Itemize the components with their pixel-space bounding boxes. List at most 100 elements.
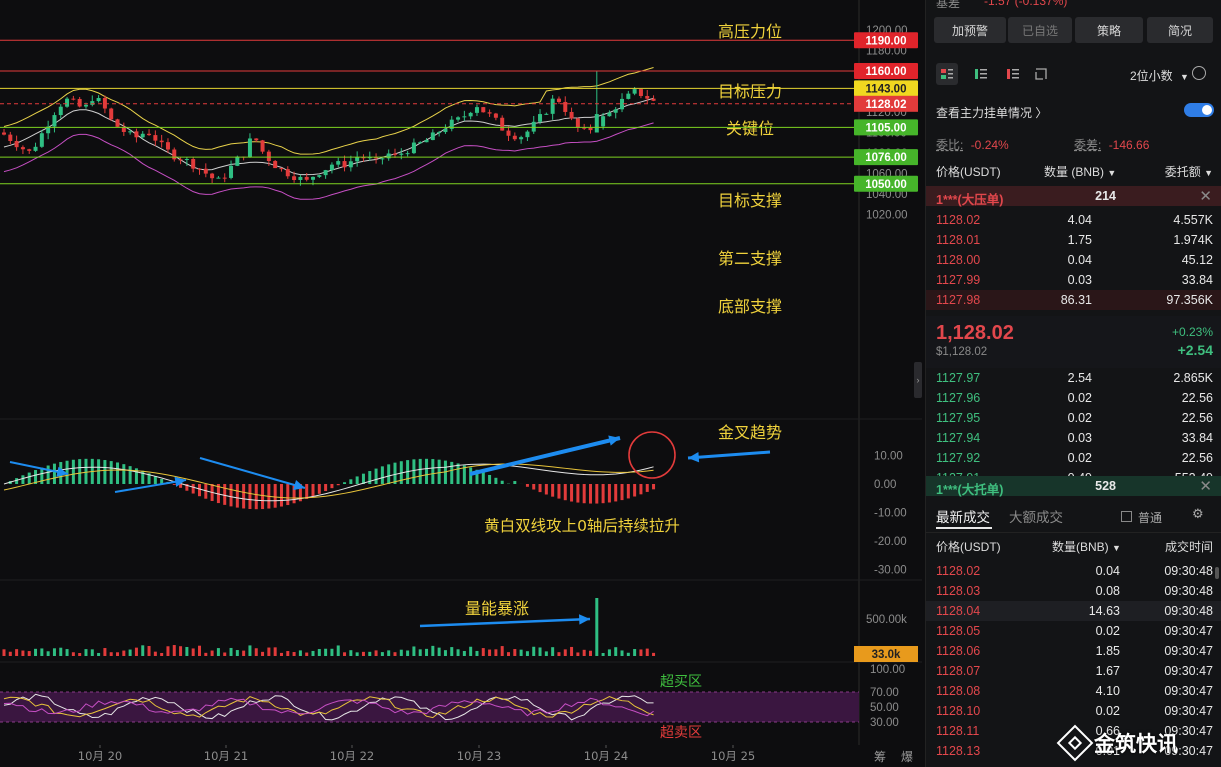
level-badge-text: 1190.00 <box>866 35 907 47</box>
scrollbar-thumb[interactable] <box>1215 567 1219 579</box>
candle-body <box>172 149 177 160</box>
tab-latest-trades[interactable]: 最新成交 <box>936 506 990 526</box>
ask-row[interactable]: 1128.02 4.04 4.557K <box>926 210 1221 230</box>
trade-row[interactable]: 1128.02 0.04 09:30:48 <box>926 561 1221 581</box>
volume-tick-label: 500.00k <box>866 614 907 626</box>
close-icon[interactable]: ✕ <box>1199 477 1212 495</box>
volume-bar <box>620 650 624 656</box>
macd-histogram-bar <box>601 484 605 504</box>
candle-body <box>235 156 240 166</box>
volume-bar <box>185 646 189 656</box>
macd-histogram-bar <box>305 484 309 499</box>
macd-histogram-bar <box>109 461 113 484</box>
level-badge-text: 1105.00 <box>866 122 907 134</box>
decimals-select[interactable]: 2位小数 ▼ <box>1130 67 1189 84</box>
volume-bar <box>166 646 170 656</box>
candle-body <box>468 112 473 117</box>
decimals-value: 2位小数 <box>1130 69 1173 83</box>
favorited-button[interactable]: 已自选 <box>1008 17 1072 43</box>
candle-body <box>651 98 656 101</box>
orderbook-asks-icon[interactable] <box>1002 63 1024 85</box>
macd-histogram-bar <box>563 484 567 501</box>
normal-checkbox[interactable] <box>1121 511 1132 522</box>
bid-row[interactable]: 1127.97 2.54 2.865K <box>926 368 1221 388</box>
trade-row[interactable]: 1128.10 0.02 09:30:47 <box>926 701 1221 721</box>
candle-body <box>292 176 297 180</box>
bid-row[interactable]: 1127.910.49552.49 <box>926 468 1221 476</box>
col-qty-header[interactable]: 数量 (BNB) ▼ <box>1044 163 1116 180</box>
diff-value: -146.66 <box>1108 138 1150 152</box>
price-chart[interactable]: 1200.001180.001160.001140.001120.001100.… <box>0 0 922 767</box>
bid-row[interactable]: 1127.92 0.02 22.56 <box>926 448 1221 468</box>
ask-row[interactable]: 1127.99 0.03 33.84 <box>926 270 1221 290</box>
basis-label: 基差 <box>936 0 961 10</box>
oversold-annotation: 超卖区 <box>660 725 702 741</box>
volume-bar <box>601 652 605 656</box>
candle-body <box>512 135 517 140</box>
volume-bar <box>116 652 120 656</box>
volume-bar <box>418 649 422 656</box>
macd-histogram-bar <box>128 466 132 484</box>
volume-bar <box>652 652 656 656</box>
candle-body <box>348 161 353 168</box>
chart-area[interactable]: 1200.001180.001160.001140.001120.001100.… <box>0 0 922 767</box>
tab-large-trades[interactable]: 大额成交 <box>1009 506 1063 526</box>
chart-tool-label[interactable]: 筹 <box>874 750 886 764</box>
level-badge-text: 1050.00 <box>865 179 907 191</box>
volume-bar <box>286 651 290 656</box>
depth-view-icon[interactable] <box>1030 63 1052 85</box>
candle-body <box>588 127 593 131</box>
strategy-button[interactable]: 策略 <box>1075 17 1143 43</box>
ask-row[interactable]: 1127.98 86.31 97.356K <box>926 290 1221 310</box>
candle-body <box>304 176 309 180</box>
candle-body <box>178 159 183 161</box>
ask-row[interactable]: 1128.01 1.75 1.974K <box>926 230 1221 250</box>
bid-row[interactable]: 1127.96 0.02 22.56 <box>926 388 1221 408</box>
trade-row[interactable]: 1128.05 0.02 09:30:47 <box>926 621 1221 641</box>
orderbook-bids-icon[interactable] <box>970 63 992 85</box>
bid-row[interactable]: 1127.95 0.02 22.56 <box>926 408 1221 428</box>
volume-bar <box>462 650 466 656</box>
bid-total: 33.84 <box>1181 431 1213 445</box>
filter-settings-icon[interactable]: ⚙ <box>1192 506 1204 522</box>
volume-bar <box>343 652 347 656</box>
macd-histogram-bar <box>532 484 536 490</box>
ask-qty: 1.75 <box>1067 233 1092 247</box>
volume-bar <box>279 652 283 656</box>
candle-body <box>229 165 234 178</box>
candle-body <box>115 119 120 127</box>
big-buy-band[interactable]: 1***(大托单) 528 ✕ <box>926 476 1221 497</box>
trade-row[interactable]: 1128.06 1.85 09:30:47 <box>926 641 1221 661</box>
settings-gear-icon[interactable] <box>1192 66 1206 80</box>
change-pct: +0.23% <box>1171 325 1213 339</box>
volume-bar <box>324 648 328 656</box>
add-alert-button[interactable]: 加预警 <box>934 17 1006 43</box>
close-icon[interactable]: ✕ <box>1199 187 1212 205</box>
orderbook-both-icon[interactable] <box>936 63 958 85</box>
trade-col-qty[interactable]: 数量(BNB) ▼ <box>1052 538 1121 555</box>
macd-histogram-bar <box>324 484 328 492</box>
volume-bar <box>355 652 359 656</box>
main-orders-toggle[interactable] <box>1184 103 1214 117</box>
macd-histogram-bar <box>481 472 485 484</box>
volume-bar <box>633 649 637 656</box>
volume-bar <box>59 647 63 656</box>
ask-row[interactable]: 1128.00 0.04 45.12 <box>926 250 1221 270</box>
bid-row[interactable]: 1127.94 0.03 33.84 <box>926 428 1221 448</box>
col-total-header[interactable]: 委托额 ▼ <box>1165 163 1213 180</box>
candle-body <box>96 98 101 102</box>
trade-row[interactable]: 1128.04 14.63 09:30:48 <box>926 601 1221 621</box>
panel-collapse-handle[interactable]: › <box>914 362 922 398</box>
macd-histogram-bar <box>544 484 548 495</box>
candle-body <box>65 98 70 107</box>
trade-row[interactable]: 1128.07 1.67 09:30:47 <box>926 661 1221 681</box>
bid-qty: 0.02 <box>1067 411 1092 425</box>
trade-row[interactable]: 1128.03 0.08 09:30:48 <box>926 581 1221 601</box>
overview-button[interactable]: 简况 <box>1147 17 1213 43</box>
big-sell-band[interactable]: 1***(大压单) 214 ✕ <box>926 186 1221 207</box>
trade-row[interactable]: 1128.08 4.10 09:30:47 <box>926 681 1221 701</box>
main-orders-link[interactable]: 查看主力挂单情况 〉 <box>936 104 1047 121</box>
chart-tool-label[interactable]: 爆 <box>901 750 913 764</box>
main-orders-label: 查看主力挂单情况 <box>936 106 1033 120</box>
candle-body <box>626 93 631 99</box>
